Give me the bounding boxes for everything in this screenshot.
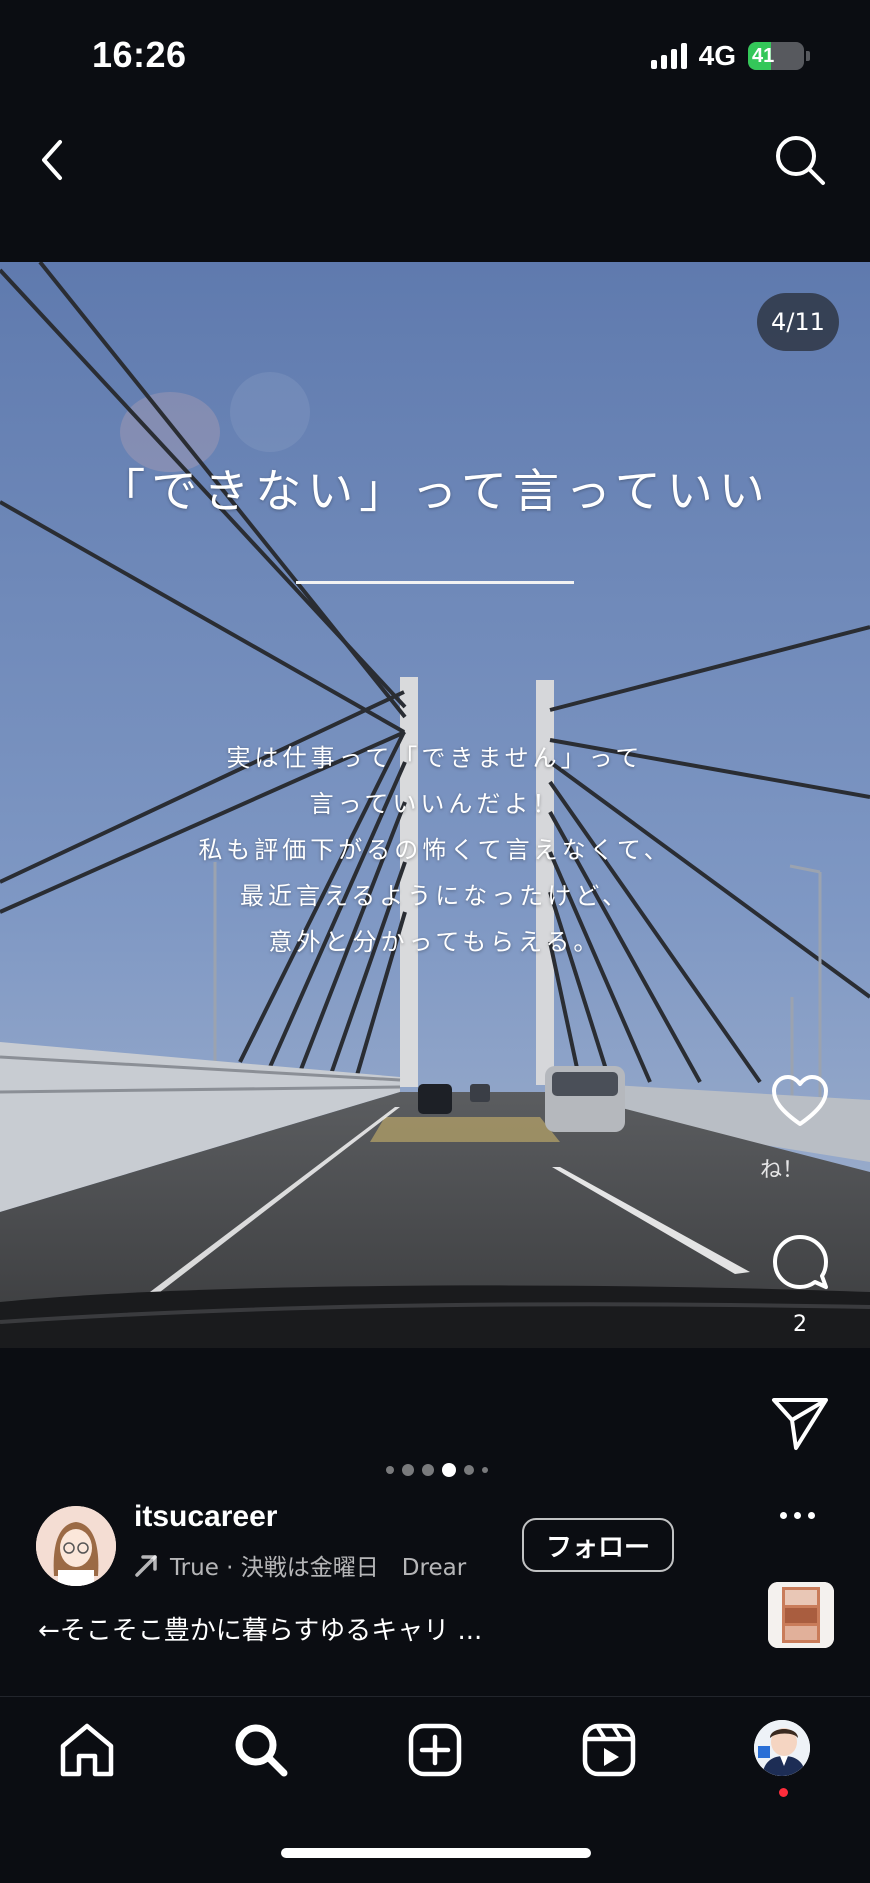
body-line: 最近言えるようになったけど、 — [239, 882, 631, 910]
post-caption[interactable]: ←そこそこ豊かに暮らすゆるキャリ ... — [38, 1610, 482, 1647]
battery-icon: 41 — [748, 42, 810, 70]
author-avatar[interactable] — [36, 1506, 116, 1586]
body-line: 実は仕事って「できません」って — [226, 744, 644, 772]
network-type: 4G — [698, 40, 736, 71]
paper-plane-icon — [772, 1398, 828, 1450]
like-button[interactable] — [770, 1072, 830, 1132]
carousel-dot — [464, 1465, 474, 1475]
create-post-icon — [408, 1723, 462, 1777]
trending-arrow-icon — [135, 1555, 157, 1577]
slide-counter: 4/11 — [757, 293, 839, 351]
tab-reels[interactable] — [579, 1720, 639, 1780]
notification-dot — [779, 1788, 788, 1797]
carousel-dot — [386, 1466, 394, 1474]
reels-icon — [582, 1723, 636, 1777]
carousel-dot — [422, 1464, 434, 1476]
search-icon — [776, 136, 825, 185]
headline-divider — [296, 581, 574, 584]
body-line: 私も評価下がるの怖くて言えなくて、 — [198, 836, 672, 864]
search-button[interactable] — [770, 130, 830, 190]
home-indicator — [281, 1848, 591, 1858]
tab-create[interactable] — [405, 1720, 465, 1780]
heart-icon — [772, 1075, 828, 1126]
author-username[interactable]: itsucareer — [134, 1500, 277, 1534]
body-line: 言っていいんだよ！ — [309, 790, 561, 818]
tab-home[interactable] — [57, 1720, 117, 1780]
comment-icon — [773, 1235, 828, 1289]
search-icon — [235, 1724, 288, 1777]
avatar-image — [36, 1506, 116, 1586]
music-text: True · 決戦は金曜日 Drear — [170, 1555, 467, 1581]
battery-percent: 41 — [752, 44, 775, 67]
chevron-left-icon — [42, 140, 62, 180]
post-body-text: 実は仕事って「できません」って 言っていいんだよ！ 私も評価下がるの怖くて言えな… — [0, 735, 870, 965]
signal-icon — [650, 43, 687, 69]
audio-thumbnail[interactable] — [768, 1582, 834, 1648]
status-indicators: 4G 41 — [650, 40, 810, 72]
back-button[interactable] — [30, 130, 80, 190]
comment-button[interactable] — [770, 1232, 830, 1292]
more-dots-icon — [780, 1511, 787, 1519]
post-headline: 「できない」って言っていい — [99, 464, 771, 518]
profile-avatar — [754, 1720, 810, 1776]
body-line: 意外と分かってもらえる。 — [268, 928, 602, 956]
carousel-dots — [386, 1463, 488, 1477]
share-button[interactable] — [770, 1392, 830, 1452]
carousel-dot — [402, 1464, 414, 1476]
tab-profile[interactable] — [754, 1720, 810, 1776]
status-time: 16:26 — [92, 34, 187, 75]
tab-search[interactable] — [231, 1720, 291, 1780]
follow-button[interactable]: フォロー — [522, 1518, 674, 1572]
home-icon — [60, 1723, 114, 1777]
music-info[interactable]: True · 決戦は金曜日 Drear — [134, 1548, 494, 1582]
like-label: ね！ — [759, 1158, 804, 1183]
more-button[interactable] — [780, 1500, 824, 1530]
comment-count: 2 — [793, 1312, 807, 1337]
audio-thumbnail-image — [768, 1582, 834, 1648]
carousel-dot-active — [442, 1463, 456, 1477]
carousel-dot — [482, 1467, 488, 1473]
